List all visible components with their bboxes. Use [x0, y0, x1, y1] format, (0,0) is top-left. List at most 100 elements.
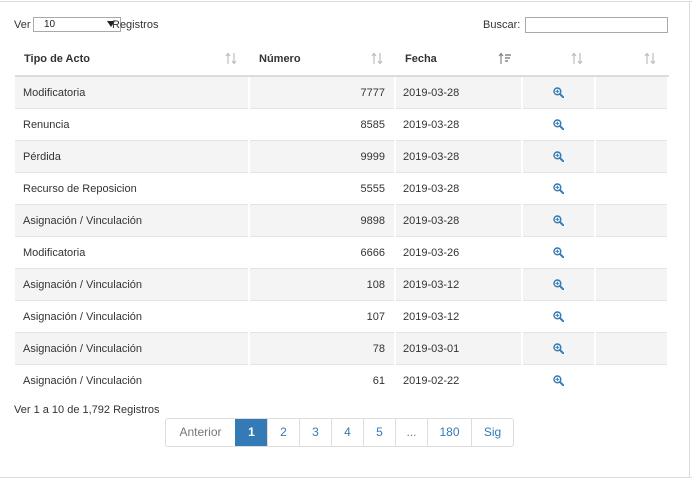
pagination-page[interactable]: 2 [267, 419, 299, 446]
cell-empty [595, 364, 668, 396]
cell-empty [595, 172, 668, 205]
pagination-previous[interactable]: Anterior [166, 419, 235, 446]
cell-action [522, 364, 595, 396]
cell-numero: 8585 [249, 108, 395, 141]
pagination-page[interactable]: 180 [427, 419, 471, 446]
magnifier-plus-icon[interactable] [553, 279, 565, 291]
cell-action [522, 108, 595, 141]
cell-fecha: 2019-03-28 [395, 75, 522, 109]
cell-tipo-text: Asignación / Vinculación [23, 279, 143, 291]
cell-numero-text: 61 [372, 375, 385, 387]
column-header-label: Fecha [405, 53, 437, 65]
cell-numero: 108 [249, 268, 395, 301]
table-row: Recurso de Reposicion 5555 2019-03-28 [15, 172, 668, 205]
magnifier-plus-icon[interactable] [553, 343, 565, 355]
cell-empty [595, 268, 668, 301]
cell-numero-text: 7777 [360, 87, 385, 99]
cell-tipo: Asignación / Vinculación [15, 268, 249, 301]
cell-tipo: Modificatoria [15, 236, 249, 269]
cell-fecha-text: 2019-03-01 [403, 343, 460, 355]
cell-action [522, 268, 595, 301]
cell-empty [595, 236, 668, 269]
cell-numero-text: 9898 [360, 215, 385, 227]
table-header-row: Tipo de Acto Número Fecha [15, 43, 669, 77]
magnifier-plus-icon[interactable] [553, 119, 565, 131]
column-header-3[interactable]: Fecha [395, 43, 523, 77]
pagination-page[interactable]: 1 [235, 419, 267, 446]
cell-empty [595, 332, 668, 365]
cell-numero: 61 [249, 364, 395, 396]
column-header-4[interactable] [522, 43, 596, 77]
page-length-value: 10 [44, 19, 56, 30]
page-length-select[interactable]: 10 [33, 17, 121, 32]
table-row: Modificatoria 6666 2019-03-26 [15, 236, 668, 269]
cell-tipo-text: Asignación / Vinculación [23, 343, 143, 355]
cell-action [522, 236, 595, 269]
cell-tipo-text: Modificatoria [23, 247, 86, 259]
cell-numero-text: 6666 [360, 247, 385, 259]
cell-numero-text: 78 [372, 343, 385, 355]
table-row: Asignación / Vinculación 108 2019-03-12 [15, 268, 668, 301]
cell-tipo-text: Asignación / Vinculación [23, 375, 143, 387]
magnifier-plus-icon[interactable] [553, 151, 565, 163]
magnifier-plus-icon[interactable] [553, 375, 565, 387]
records-info: Ver 1 a 10 de 1,792 Registros [14, 404, 160, 416]
cell-numero-text: 8585 [360, 119, 385, 131]
cell-numero: 5555 [249, 172, 395, 205]
cell-numero: 7777 [249, 75, 395, 109]
magnifier-plus-icon[interactable] [553, 87, 565, 99]
cell-tipo: Asignación / Vinculación [15, 300, 249, 333]
cell-empty [595, 75, 668, 109]
cell-fecha-text: 2019-03-28 [403, 87, 460, 99]
cell-tipo: Modificatoria [15, 75, 249, 109]
pagination-page[interactable]: 3 [299, 419, 331, 446]
search-label: Buscar: [483, 19, 521, 31]
cell-action [522, 204, 595, 237]
table-row: Modificatoria 7777 2019-03-28 [15, 75, 668, 109]
cell-empty [595, 108, 668, 141]
sort-arrows-icon [571, 51, 585, 66]
cell-fecha-text: 2019-03-28 [403, 215, 460, 227]
column-header-1[interactable]: Tipo de Acto [15, 43, 250, 77]
cell-numero-text: 9999 [360, 151, 385, 163]
cell-tipo: Recurso de Reposicion [15, 172, 249, 205]
pagination-page[interactable]: 5 [363, 419, 395, 446]
magnifier-plus-icon[interactable] [553, 247, 565, 259]
cell-fecha-text: 2019-03-26 [403, 247, 460, 259]
cell-action [522, 140, 595, 173]
column-header-5[interactable] [595, 43, 669, 77]
cell-tipo: Asignación / Vinculación [15, 364, 249, 396]
magnifier-plus-icon[interactable] [553, 215, 565, 227]
cell-tipo-text: Asignación / Vinculación [23, 311, 143, 323]
table-row: Renuncia 8585 2019-03-28 [15, 108, 668, 141]
cell-numero: 9898 [249, 204, 395, 237]
cell-fecha-text: 2019-03-28 [403, 183, 460, 195]
cell-fecha: 2019-03-26 [395, 236, 522, 269]
table-body: Modificatoria 7777 2019-03-28 Renuncia 8585 2… [15, 75, 668, 396]
pagination-ellipsis: ... [395, 419, 427, 446]
cell-fecha-text: 2019-03-12 [403, 311, 460, 323]
cell-fecha: 2019-03-28 [395, 108, 522, 141]
cell-fecha-text: 2019-03-12 [403, 279, 460, 291]
pagination-page[interactable]: 4 [331, 419, 363, 446]
magnifier-plus-icon[interactable] [553, 183, 565, 195]
cell-numero-text: 5555 [360, 183, 385, 195]
records-table: Tipo de Acto Número Fecha Modificatoria 777… [15, 43, 669, 396]
cell-fecha: 2019-03-01 [395, 332, 522, 365]
search-input[interactable] [525, 17, 668, 33]
cell-numero: 107 [249, 300, 395, 333]
column-header-2[interactable]: Número [249, 43, 396, 77]
cell-tipo: Asignación / Vinculación [15, 204, 249, 237]
cell-fecha: 2019-03-12 [395, 268, 522, 301]
table-row: Asignación / Vinculación 9898 2019-03-28 [15, 204, 668, 237]
cell-tipo: Pérdida [15, 140, 249, 173]
cell-fecha-text: 2019-03-28 [403, 151, 460, 163]
magnifier-plus-icon[interactable] [553, 311, 565, 323]
cell-empty [595, 300, 668, 333]
cell-tipo: Renuncia [15, 108, 249, 141]
cell-fecha: 2019-03-28 [395, 172, 522, 205]
pagination-next[interactable]: Sig [471, 419, 513, 446]
sort-arrows-icon [644, 51, 658, 66]
cell-numero: 9999 [249, 140, 395, 173]
cell-empty [595, 204, 668, 237]
